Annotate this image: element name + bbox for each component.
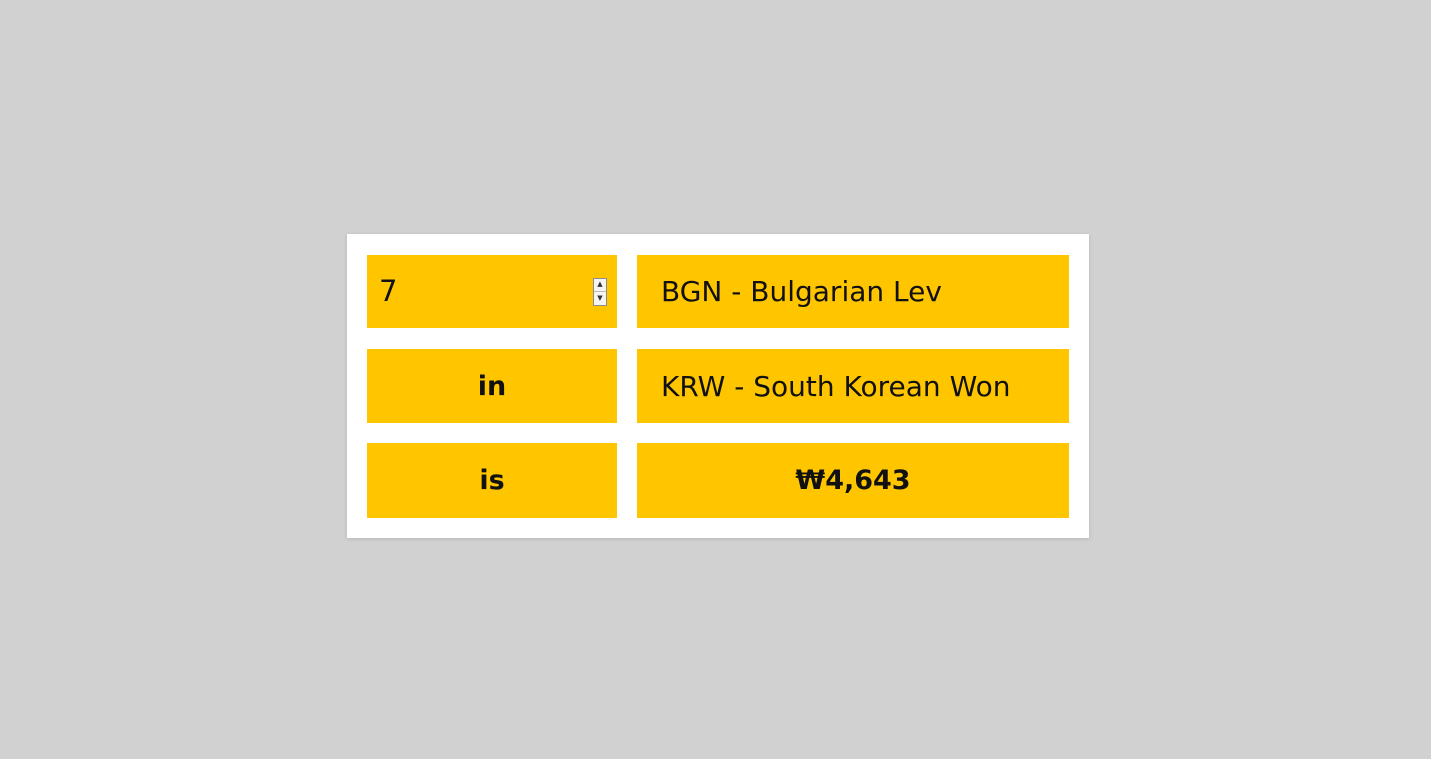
to-currency-select[interactable]: KRW - South Korean Won	[637, 349, 1069, 423]
from-currency-select[interactable]: BGN - Bulgarian Lev	[637, 255, 1069, 328]
amount-input[interactable]: 7 ▲ ▼	[367, 255, 617, 328]
is-label-box: is	[367, 443, 617, 518]
caret-down-icon[interactable]: ▼	[594, 292, 606, 305]
is-label: is	[479, 465, 505, 496]
result-box: ₩4,643	[637, 443, 1069, 518]
converter-card: 7 ▲ ▼ BGN - Bulgarian Lev in KRW - South…	[347, 234, 1089, 538]
in-label: in	[477, 370, 507, 402]
page: { "converter": { "amount_value": "7", "s…	[0, 0, 1431, 759]
to-currency-label: KRW - South Korean Won	[661, 369, 1011, 403]
amount-stepper[interactable]: ▲ ▼	[593, 277, 607, 306]
caret-up-icon[interactable]: ▲	[594, 279, 606, 292]
in-label-box: in	[367, 349, 617, 423]
amount-value[interactable]: 7	[379, 277, 397, 306]
result-value: ₩4,643	[795, 465, 911, 496]
from-currency-label: BGN - Bulgarian Lev	[661, 275, 942, 308]
